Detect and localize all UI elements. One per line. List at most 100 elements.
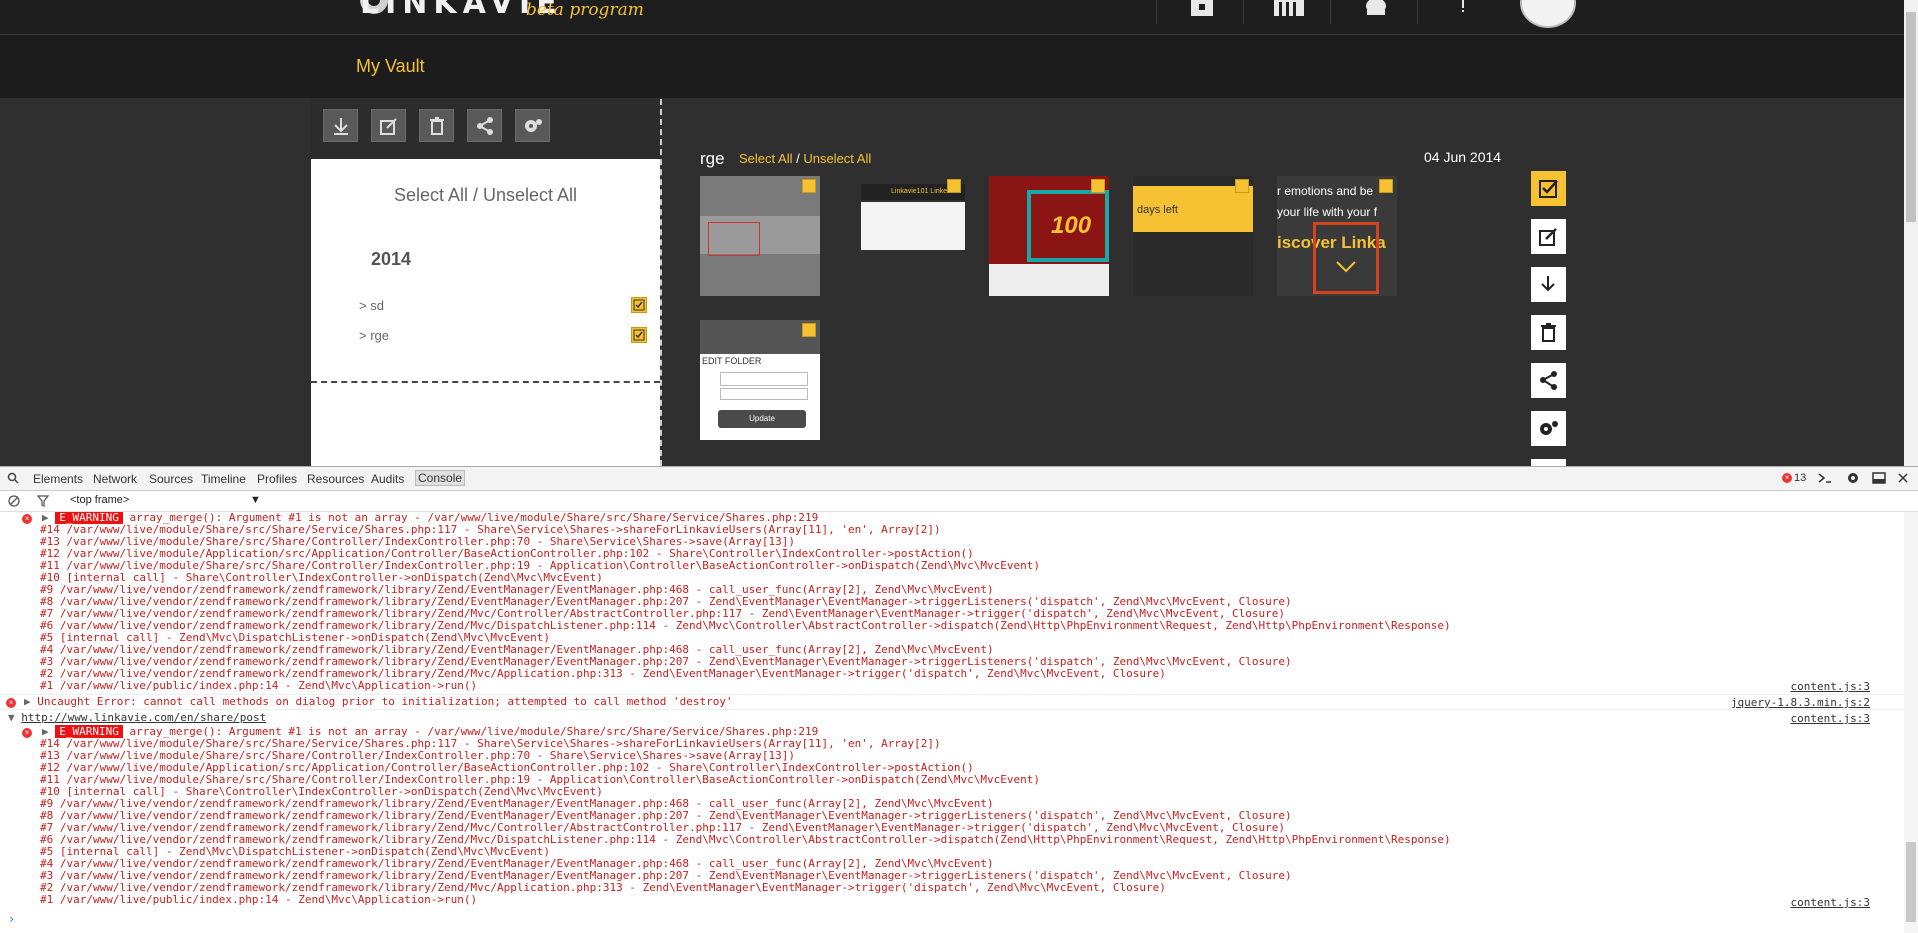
media-thumbnail[interactable]: r emotions and be your life with your f … — [1277, 176, 1397, 296]
download-action-button[interactable] — [1531, 267, 1566, 302]
tab-elements[interactable]: Elements — [33, 472, 83, 486]
search-icon[interactable] — [7, 472, 19, 484]
clear-console-icon[interactable] — [8, 495, 20, 507]
folder-panel: Select All / Unselect All 2014 > sd > rg… — [311, 99, 660, 466]
more-action-button[interactable] — [1531, 459, 1566, 466]
friends-nav-button[interactable] — [1330, 0, 1417, 24]
error-icon: × — [6, 698, 16, 708]
trash-icon — [430, 117, 444, 135]
thumb-highlight — [708, 222, 760, 256]
source-link[interactable]: content.js:3 — [1791, 712, 1870, 725]
year-heading: 2014 — [371, 249, 412, 269]
media-thumbnail[interactable]: days left — [1133, 176, 1253, 296]
page-title: My Vault — [356, 56, 425, 76]
close-icon[interactable] — [1898, 473, 1908, 483]
frame-select[interactable]: <top frame> — [70, 494, 129, 506]
share-icon — [477, 117, 493, 135]
thumb-field — [720, 372, 808, 386]
edit-action-button[interactable] — [1531, 219, 1566, 254]
devtools-panel: Elements Network Sources Timeline Profil… — [0, 466, 1918, 933]
folder-checkbox[interactable] — [631, 327, 647, 343]
thumb-checkbox[interactable] — [1235, 179, 1249, 193]
edit-button[interactable] — [371, 109, 406, 142]
console-output: × ▶ E_WARNING array_merge(): Argument #1… — [0, 512, 1904, 933]
thumb-checkbox[interactable] — [802, 323, 816, 337]
vault-icon — [1191, 0, 1213, 16]
share-action-button[interactable] — [1531, 363, 1566, 398]
folder-checkbox[interactable] — [631, 297, 647, 313]
gear-icon[interactable] — [1846, 471, 1860, 485]
select-all-link[interactable]: Select All — [739, 151, 792, 166]
source-link[interactable]: jquery-1.8.3.min.js:2 — [1731, 696, 1870, 709]
source-link[interactable]: content.js:3 — [1791, 896, 1870, 909]
dock-icon[interactable] — [1872, 472, 1886, 484]
chevron-down-icon[interactable]: ▼ — [250, 494, 261, 506]
thumb-frame — [1313, 222, 1379, 294]
top-navbar: LINKAVIE beta program — [0, 0, 1904, 35]
thumb-checkbox[interactable] — [947, 179, 961, 193]
media-thumbnail[interactable]: Linkavie101 Linke — [845, 176, 965, 296]
tab-audits[interactable]: Audits — [371, 472, 404, 486]
more-nav-button[interactable] — [1417, 0, 1504, 24]
filter-icon[interactable] — [37, 495, 49, 507]
devtools-tab-bar: Elements Network Sources Timeline Profil… — [0, 466, 1918, 491]
page-scrollbar[interactable] — [1904, 0, 1918, 466]
tab-network[interactable]: Network — [93, 472, 137, 486]
folder-item[interactable]: > rge — [359, 328, 389, 343]
vault-nav-button[interactable] — [1156, 0, 1243, 24]
scrollbar-thumb[interactable] — [1906, 842, 1916, 922]
check-icon — [1539, 180, 1558, 198]
drawer-toggle-icon[interactable] — [1818, 472, 1832, 484]
media-thumbnail[interactable] — [700, 176, 820, 296]
trash-icon — [1541, 323, 1556, 342]
thumb-caption: 100 — [1051, 212, 1092, 239]
console-toolbar: <top frame> ▼ — [0, 490, 1918, 512]
thumb-caption: Update — [718, 410, 806, 428]
tab-sources[interactable]: Sources — [149, 472, 193, 486]
download-button[interactable] — [323, 109, 358, 142]
request-url[interactable]: http://www.linkavie.com/en/share/post — [21, 711, 266, 724]
share-icon — [1540, 371, 1557, 390]
folder-item[interactable]: > sd — [359, 298, 384, 313]
download-icon — [1541, 276, 1555, 292]
folder-toolbar — [311, 99, 660, 159]
thumb-checkbox[interactable] — [1091, 179, 1105, 193]
tab-profiles[interactable]: Profiles — [257, 472, 297, 486]
thumb-checkbox[interactable] — [1379, 179, 1393, 193]
delete-action-button[interactable] — [1531, 315, 1566, 350]
gallery-select-links: Select All / Unselect All — [739, 151, 871, 166]
unselect-all-link[interactable]: Unselect All — [803, 151, 871, 166]
stack-line: #1 /var/www/live/public/index.php:14 - Z… — [40, 679, 478, 692]
settings-action-button[interactable] — [1531, 411, 1566, 446]
scrollbar-thumb[interactable] — [1906, 12, 1916, 222]
source-link[interactable]: content.js:3 — [1791, 680, 1870, 693]
delete-button[interactable] — [419, 109, 454, 142]
media-thumbnail[interactable]: 100 — [989, 176, 1109, 296]
console-prompt[interactable]: › — [8, 912, 15, 926]
error-count-icon: × — [1782, 473, 1792, 483]
library-nav-button[interactable] — [1243, 0, 1330, 24]
friends-icon — [1366, 0, 1386, 15]
console-message-text: Uncaught Error: cannot call methods on d… — [37, 695, 733, 708]
select-action-button[interactable] — [1531, 171, 1566, 206]
console-message[interactable]: ▶ Uncaught Error: cannot call methods on… — [24, 696, 733, 708]
divider — [660, 99, 662, 466]
settings-button[interactable] — [515, 109, 550, 142]
separator: / — [792, 151, 804, 166]
error-icon: × — [22, 728, 32, 738]
select-all-folders-link[interactable]: Select All / Unselect All — [311, 185, 660, 206]
share-button[interactable] — [467, 109, 502, 142]
download-icon — [334, 118, 348, 135]
tab-console[interactable]: Console — [415, 470, 466, 486]
error-count[interactable]: 13 — [1794, 472, 1806, 484]
console-scrollbar[interactable] — [1904, 512, 1918, 933]
user-avatar[interactable] — [1520, 0, 1576, 28]
checkmark-icon — [633, 329, 645, 341]
thumb-checkbox[interactable] — [802, 179, 816, 193]
media-thumbnail[interactable]: EDIT FOLDER Update — [700, 320, 820, 440]
tab-resources[interactable]: Resources — [307, 472, 364, 486]
more-icon — [1462, 0, 1464, 12]
tab-timeline[interactable]: Timeline — [201, 472, 246, 486]
console-group[interactable]: ▼ http://www.linkavie.com/en/share/post — [8, 712, 266, 724]
thumb-caption: your life with your f — [1277, 205, 1378, 219]
